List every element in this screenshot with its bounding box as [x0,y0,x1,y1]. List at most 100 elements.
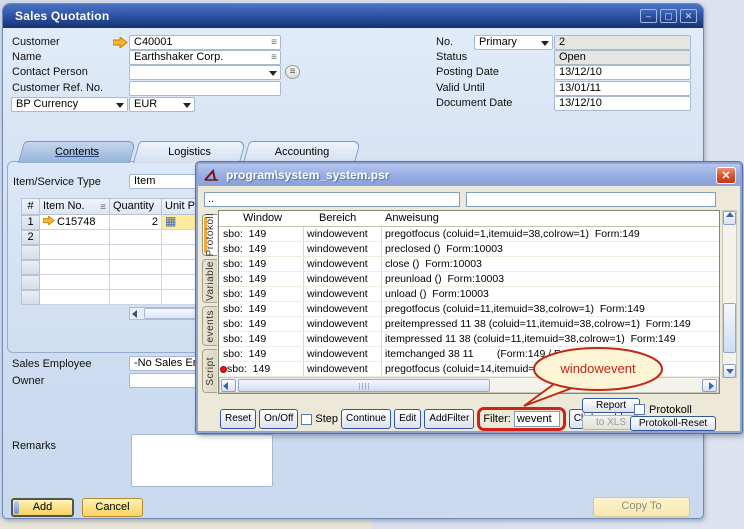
scrollbar-thumb[interactable] [723,303,736,353]
document-date-field[interactable]: 13/12/10 [554,96,691,111]
row-number-cell[interactable] [21,275,40,290]
quantity-cell[interactable]: 2 [110,215,162,230]
row-number-cell[interactable] [21,245,40,260]
close-icon[interactable]: ✕ [680,9,697,23]
report-button[interactable]: Report [582,398,640,413]
currency-select[interactable]: EUR [129,97,195,112]
debugger-window: program\system_system.psr ✕ .. Protokoll… [196,162,742,433]
quantity-cell[interactable] [110,275,162,290]
quantity-cell[interactable] [110,230,162,245]
item-no-cell[interactable] [40,245,110,260]
row-number-cell[interactable] [21,260,40,275]
scroll-right-icon[interactable] [702,379,717,392]
add-button[interactable]: Add [11,498,74,517]
close-icon[interactable]: ✕ [716,167,736,184]
log-row[interactable]: sbo: 149 windowevent preitempressed 11 3… [219,317,719,332]
chevron-down-icon [183,103,191,112]
row-number-cell[interactable]: 2 [21,230,40,245]
link-arrow-icon[interactable] [43,216,55,225]
name-field[interactable]: Earthshaker Corp. ≡ [129,50,281,65]
log-row[interactable]: sbo: 149 windowevent itemchanged 38 11 (… [219,347,719,362]
link-arrow-icon[interactable] [113,37,128,48]
add-filter-button[interactable]: AddFilter [424,409,474,429]
chevron-down-icon[interactable] [269,71,277,80]
item-no-cell[interactable] [40,230,110,245]
tab-logistics[interactable]: Logistics [133,141,246,163]
no-label: No. [436,36,453,48]
tab-protokoll[interactable]: Protokoll [202,214,217,256]
step-checkbox[interactable] [301,414,312,425]
path-field[interactable]: .. [204,192,460,207]
log-row[interactable]: sbo: 149 windowevent preunload () Form:1… [219,272,719,287]
item-no-cell[interactable] [40,260,110,275]
secondary-field[interactable] [466,192,716,207]
protokoll-reset-button[interactable]: Protokoll-Reset [630,416,716,431]
remarks-textarea[interactable] [131,434,273,487]
on-off-button[interactable]: On/Off [259,409,298,429]
quantity-cell[interactable] [110,245,162,260]
col-header-item-no: Item No. ≡ [39,198,110,215]
protokoll-label: Protokoll [649,404,692,416]
contact-person-field[interactable] [129,65,281,80]
owner-label: Owner [12,375,44,387]
tab-accounting[interactable]: Accounting [243,141,361,163]
field-menu-icon[interactable]: ≡ [271,36,277,49]
tab-events[interactable]: events [202,306,217,346]
posting-date-field[interactable]: 13/12/10 [554,65,691,80]
log-row[interactable]: sbo: 149 windowevent close () Form:10003 [219,257,719,272]
row-number-cell[interactable]: 1 [21,215,40,230]
contact-menu-button[interactable]: ≡ [285,65,300,79]
log-row[interactable]: sbo: 149 windowevent itempressed 11 38 (… [219,332,719,347]
log-row[interactable]: sbo: 149 windowevent preclosed () Form:1… [219,242,719,257]
reset-button[interactable]: Reset [220,409,256,429]
minimize-icon[interactable]: – [640,9,657,23]
col-header-window: Window [243,211,282,226]
item-no-cell[interactable]: C15748 [40,215,110,230]
valid-until-label: Valid Until [436,82,485,94]
log-vscrollbar[interactable] [722,210,737,378]
quantity-cell[interactable] [110,260,162,275]
log-hscrollbar[interactable] [219,377,719,393]
customer-field[interactable]: C40001 ≡ [129,35,281,50]
doc-number-field: 2 [554,35,691,50]
step-label: Step [315,413,338,425]
cancel-button[interactable]: Cancel [82,498,143,517]
chevron-down-icon [116,103,124,112]
scroll-down-icon[interactable] [723,364,736,378]
scrollbar-thumb[interactable] [238,379,490,392]
item-no-cell[interactable] [40,290,110,305]
customer-ref-field[interactable] [129,81,281,96]
tab-contents[interactable]: Contents [18,141,136,163]
log-row[interactable]: sbo: 149 windowevent pregotfocus (coluid… [219,302,719,317]
protokoll-checkbox[interactable] [634,404,645,415]
maximize-icon[interactable]: ▢ [660,9,677,23]
quantity-cell[interactable] [110,290,162,305]
status-label: Status [436,51,467,63]
col-header-bereich: Bereich [319,211,356,226]
name-label: Name [12,51,41,63]
filter-input[interactable] [514,411,560,427]
log-row[interactable]: sbo: 149 windowevent unload () Form:1000… [219,287,719,302]
tab-variable[interactable]: Variable [202,259,217,303]
grid-picker-icon[interactable]: ▦ [165,215,176,228]
tab-script[interactable]: Script [202,349,217,393]
series-select[interactable]: Primary [474,35,553,50]
scroll-left-icon[interactable] [221,379,236,392]
column-menu-icon[interactable]: ≡ [100,200,106,215]
filter-label: Filter: [483,413,511,425]
background-strip [0,519,372,529]
continue-button[interactable]: Continue [341,409,391,429]
col-header-quantity: Quantity [109,198,162,215]
valid-until-field[interactable]: 13/01/11 [554,81,691,96]
edit-button[interactable]: Edit [394,409,421,429]
item-no-cell[interactable] [40,275,110,290]
scroll-up-icon[interactable] [723,211,736,225]
field-menu-icon[interactable]: ≡ [271,51,277,64]
log-row[interactable]: sbo: 149 windowevent pregotfocus (coluid… [219,362,719,377]
scroll-left-icon[interactable] [132,310,137,318]
copy-to-button: Copy To [593,497,690,517]
log-row[interactable]: sbo: 149 windowevent pregotfocus (coluid… [219,227,719,242]
row-number-cell[interactable] [21,290,40,305]
posting-date-label: Posting Date [436,66,499,78]
bp-currency-select[interactable]: BP Currency [11,97,128,112]
